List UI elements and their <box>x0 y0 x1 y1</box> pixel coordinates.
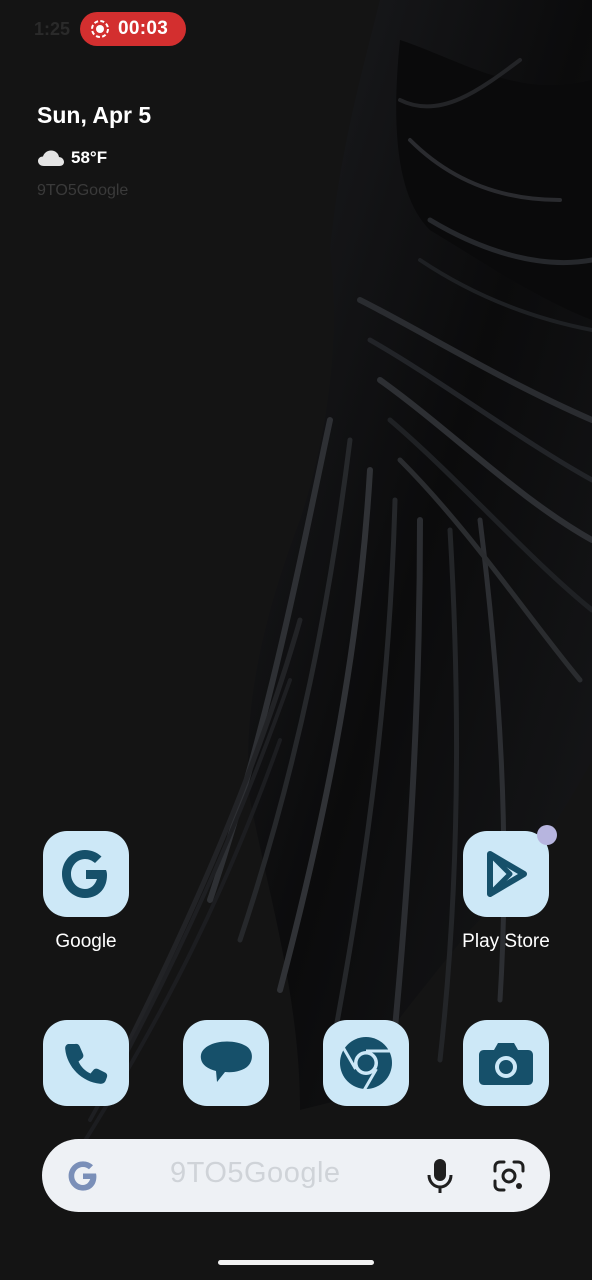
app-play-store[interactable]: Play Store <box>446 825 566 953</box>
recording-timer: 00:03 <box>118 18 169 39</box>
search-bar[interactable]: 9TO5Google <box>42 1139 550 1212</box>
search-watermark: 9TO5Google <box>170 1157 341 1189</box>
chrome-app-icon[interactable] <box>323 1020 409 1106</box>
status-time: 1:25 <box>34 19 71 39</box>
app-label-play-store: Play Store <box>462 931 550 952</box>
dock-chrome[interactable] <box>306 1020 426 1106</box>
chrome-icon <box>340 1037 392 1091</box>
watermark-text: 9TO5Google <box>37 182 129 199</box>
camera-icon <box>479 1043 533 1085</box>
dock-messages[interactable] <box>166 1020 286 1106</box>
play-store-app-icon[interactable] <box>463 825 557 917</box>
status-bar: 1:25 00:03 <box>0 0 592 60</box>
phone-icon <box>65 1043 108 1084</box>
messages-app-icon[interactable] <box>183 1020 269 1106</box>
at-a-glance-widget[interactable]: Sun, Apr 5 58°F 9TO5Google <box>37 102 151 199</box>
google-g-icon <box>62 850 107 898</box>
glance-date[interactable]: Sun, Apr 5 <box>37 102 151 129</box>
dock-phone[interactable] <box>26 1020 146 1106</box>
cloud-icon <box>38 150 64 166</box>
play-store-icon <box>487 851 527 897</box>
gesture-nav-handle[interactable] <box>218 1260 374 1265</box>
app-google[interactable]: Google <box>26 831 146 953</box>
screen-recording-chip[interactable]: 00:03 <box>80 12 186 46</box>
glance-weather[interactable]: 58°F <box>37 148 237 168</box>
messages-icon <box>200 1041 252 1082</box>
camera-app-icon[interactable] <box>463 1020 549 1106</box>
screen-record-icon <box>91 20 109 38</box>
google-app-icon[interactable] <box>43 831 129 917</box>
glance-temperature: 58°F <box>71 148 108 167</box>
lens-icon[interactable] <box>492 1159 526 1193</box>
mic-icon[interactable] <box>426 1157 454 1195</box>
notification-dot <box>537 825 557 845</box>
app-label-google: Google <box>55 931 117 952</box>
dock-camera[interactable] <box>446 1020 566 1106</box>
phone-app-icon[interactable] <box>43 1020 129 1106</box>
google-g-icon[interactable] <box>66 1159 100 1193</box>
